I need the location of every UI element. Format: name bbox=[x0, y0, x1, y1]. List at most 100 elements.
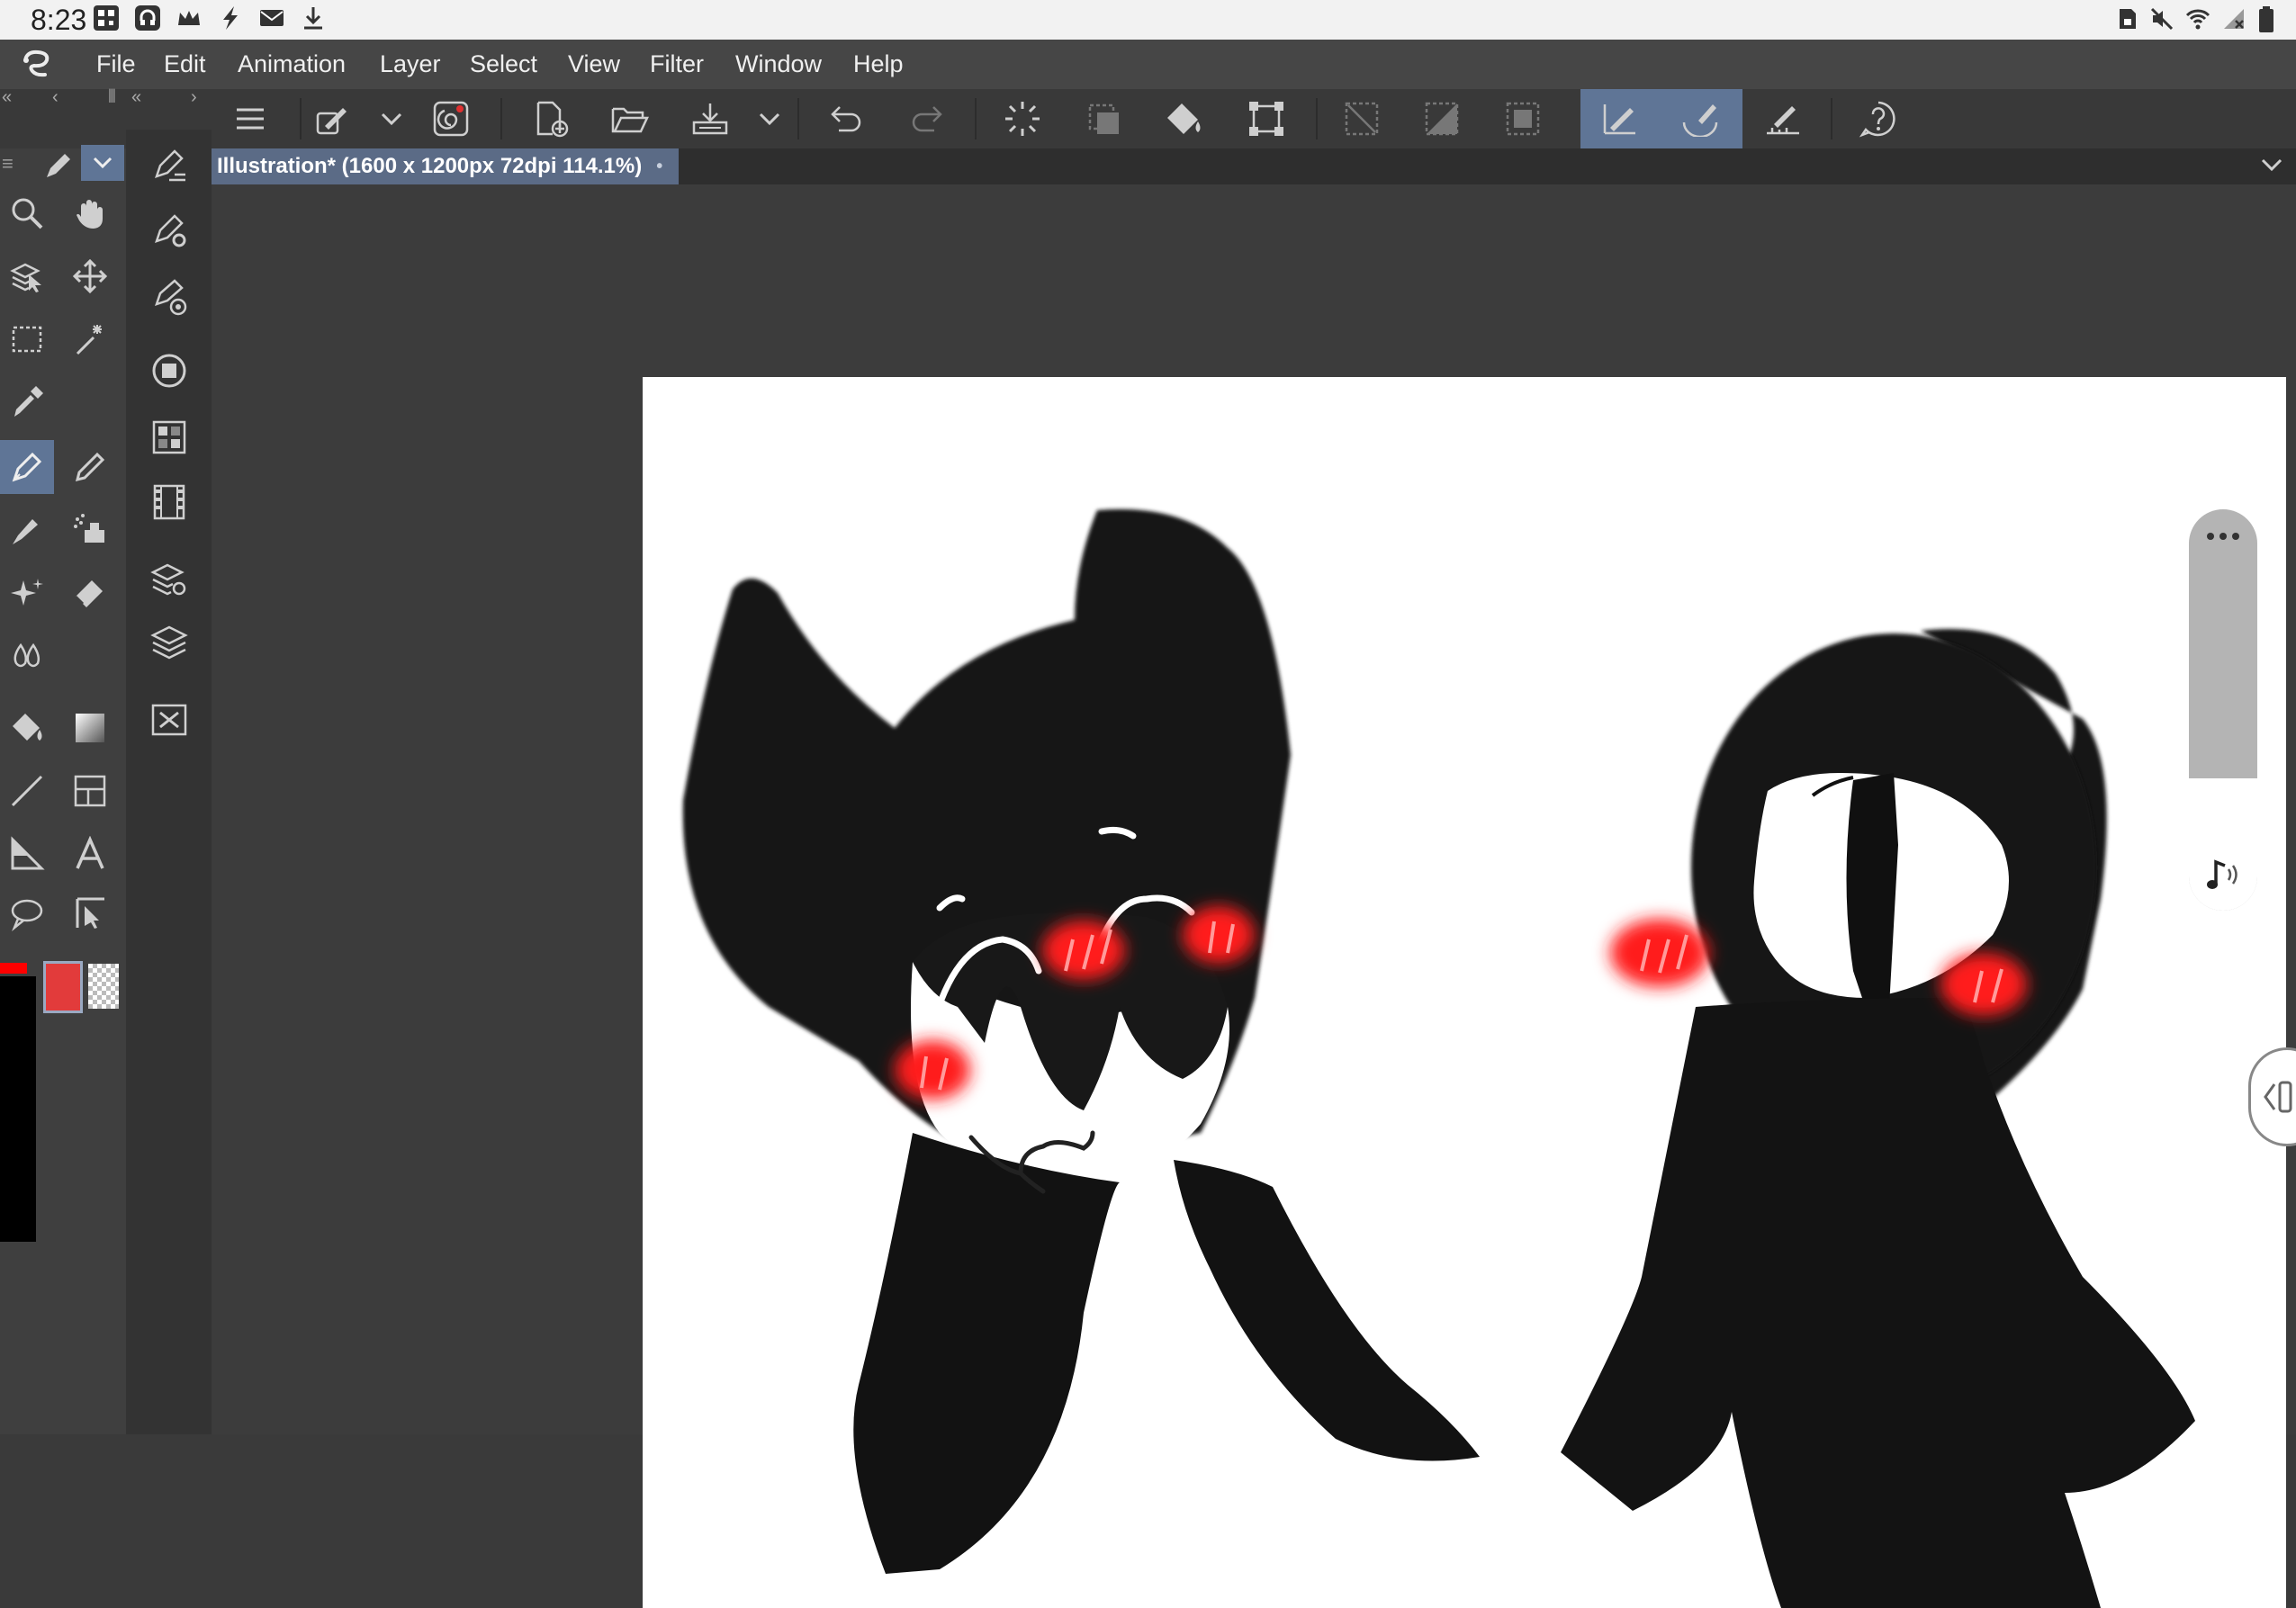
eraser-tool[interactable] bbox=[63, 566, 117, 620]
decoration-tool[interactable] bbox=[0, 566, 54, 620]
help-icon[interactable] bbox=[1856, 96, 1901, 141]
brush-tool[interactable] bbox=[0, 503, 54, 557]
menu-help[interactable]: Help bbox=[853, 50, 904, 78]
invert-selection-icon[interactable] bbox=[1419, 96, 1464, 141]
transparent-color-swatch[interactable] bbox=[88, 964, 119, 1009]
palette-menu-icon[interactable]: ≡ bbox=[2, 152, 14, 175]
qr-code-icon bbox=[94, 5, 119, 31]
chevron-left-icon[interactable]: ‹ bbox=[52, 87, 59, 108]
pen-sub-tool-settings-icon[interactable] bbox=[142, 203, 196, 257]
layer-select-tool[interactable] bbox=[0, 249, 54, 303]
menu-animation[interactable]: Animation bbox=[238, 50, 346, 78]
document-title: Illustration* (1600 x 1200px 72dpi 114.1… bbox=[217, 154, 643, 178]
loading-spinner-icon[interactable] bbox=[1000, 96, 1045, 141]
brush-swirl-icon[interactable] bbox=[428, 96, 473, 141]
menu-file[interactable]: File bbox=[96, 50, 136, 78]
color-set-icon[interactable] bbox=[142, 410, 196, 464]
canvas-workspace[interactable] bbox=[212, 184, 2296, 1608]
menu-filter[interactable]: Filter bbox=[650, 50, 704, 78]
drawing-canvas[interactable] bbox=[643, 377, 2286, 1608]
status-notification-icons bbox=[92, 4, 328, 32]
status-system-icons bbox=[2116, 5, 2276, 34]
layer-property-icon[interactable] bbox=[142, 552, 196, 606]
mute-icon bbox=[2150, 7, 2174, 31]
menu-edit[interactable]: Edit bbox=[164, 50, 206, 78]
pen-tool-icon[interactable] bbox=[43, 152, 72, 181]
stabilizer-pen-icon[interactable] bbox=[1597, 96, 1642, 141]
chevron-left-icon bbox=[2260, 1077, 2292, 1117]
music-note-icon[interactable] bbox=[2203, 857, 2243, 893]
mail-icon bbox=[260, 10, 284, 26]
fill-tool[interactable] bbox=[0, 701, 54, 755]
menu-view[interactable]: View bbox=[568, 50, 620, 78]
pen-settings-icon[interactable] bbox=[310, 96, 355, 141]
navigator-icon[interactable] bbox=[142, 693, 196, 747]
open-folder-icon[interactable] bbox=[608, 96, 653, 141]
gradient-tool[interactable] bbox=[63, 701, 117, 755]
move-tool[interactable] bbox=[63, 249, 117, 303]
hand-icon bbox=[77, 200, 103, 229]
eyedropper-tool[interactable] bbox=[0, 375, 54, 429]
chevron-right-icon[interactable]: › bbox=[191, 87, 197, 108]
red-accent-chip[interactable] bbox=[0, 963, 27, 974]
magic-wand-tool[interactable] bbox=[63, 312, 117, 366]
document-tab[interactable]: Illustration* (1600 x 1200px 72dpi 114.1… bbox=[212, 148, 680, 184]
sparkle-icon bbox=[11, 579, 43, 606]
rect-select-tool[interactable] bbox=[0, 312, 54, 366]
paint-bucket-icon bbox=[13, 714, 42, 741]
clip-studio-logo-icon[interactable] bbox=[18, 48, 58, 82]
redo-icon[interactable] bbox=[905, 96, 950, 141]
right-character bbox=[1561, 629, 2195, 1608]
line-tool[interactable] bbox=[0, 764, 54, 818]
pen-tool[interactable] bbox=[0, 440, 54, 494]
zoom-tool[interactable] bbox=[0, 186, 54, 240]
color-history-bar[interactable] bbox=[0, 976, 36, 1242]
tool-dropdown-button[interactable] bbox=[81, 145, 124, 181]
correct-line-tool[interactable] bbox=[63, 886, 117, 940]
ruler-pen-icon[interactable] bbox=[1760, 96, 1805, 141]
volume-slider[interactable] bbox=[2189, 509, 2257, 911]
new-canvas-icon[interactable] bbox=[528, 96, 573, 141]
blend-drops-icon bbox=[14, 642, 41, 668]
menu-layer[interactable]: Layer bbox=[380, 50, 441, 78]
select-all-icon[interactable] bbox=[1500, 96, 1545, 141]
main-color-swatch[interactable] bbox=[43, 961, 83, 1013]
collapse-left-icon[interactable]: « bbox=[131, 87, 141, 108]
more-dots-icon[interactable] bbox=[2205, 531, 2241, 542]
hamburger-menu-icon[interactable] bbox=[228, 96, 273, 141]
clear-selection-icon[interactable] bbox=[1339, 96, 1384, 141]
pen-detail-icon[interactable] bbox=[142, 270, 196, 324]
hand-tool[interactable] bbox=[63, 186, 117, 240]
color-circle-icon[interactable] bbox=[142, 344, 196, 398]
fill-icon[interactable] bbox=[1162, 96, 1207, 141]
pen-nib-icon bbox=[12, 452, 42, 482]
left-cape-left bbox=[853, 1133, 1120, 1574]
text-a-icon bbox=[76, 836, 104, 869]
lasso-tool[interactable] bbox=[0, 886, 54, 940]
tab-list-chevron-icon[interactable] bbox=[2260, 156, 2283, 174]
eyedropper-icon bbox=[14, 386, 43, 417]
dropdown-chevron-icon[interactable] bbox=[747, 96, 792, 141]
layers-icon[interactable] bbox=[142, 615, 196, 669]
selection-transform-icon[interactable] bbox=[1081, 96, 1126, 141]
transform-icon[interactable] bbox=[1244, 96, 1289, 141]
animation-timeline-icon[interactable] bbox=[142, 475, 196, 529]
airbrush-tool[interactable] bbox=[63, 503, 117, 557]
menu-select[interactable]: Select bbox=[470, 50, 537, 78]
text-tool[interactable] bbox=[63, 827, 117, 881]
save-icon[interactable] bbox=[688, 96, 733, 141]
pen-property-icon[interactable] bbox=[142, 139, 196, 193]
undo-icon[interactable] bbox=[824, 96, 869, 141]
right-cloak bbox=[1561, 996, 2195, 1608]
pencil-tool[interactable] bbox=[63, 440, 117, 494]
stabilizer-brush-icon[interactable] bbox=[1678, 96, 1723, 141]
sim-lock-icon bbox=[2120, 9, 2136, 29]
dropdown-chevron-icon[interactable] bbox=[369, 96, 414, 141]
panel-grip-icon[interactable]: ⦀ bbox=[108, 87, 116, 108]
collapse-left-icon[interactable]: « bbox=[2, 87, 12, 108]
balloon-tool[interactable] bbox=[0, 827, 54, 881]
frame-tool[interactable] bbox=[63, 764, 117, 818]
menu-window[interactable]: Window bbox=[735, 50, 822, 78]
blend-tool[interactable] bbox=[0, 629, 54, 683]
palette-collapse-controls: « ‹ ⦀ « › bbox=[0, 87, 212, 109]
